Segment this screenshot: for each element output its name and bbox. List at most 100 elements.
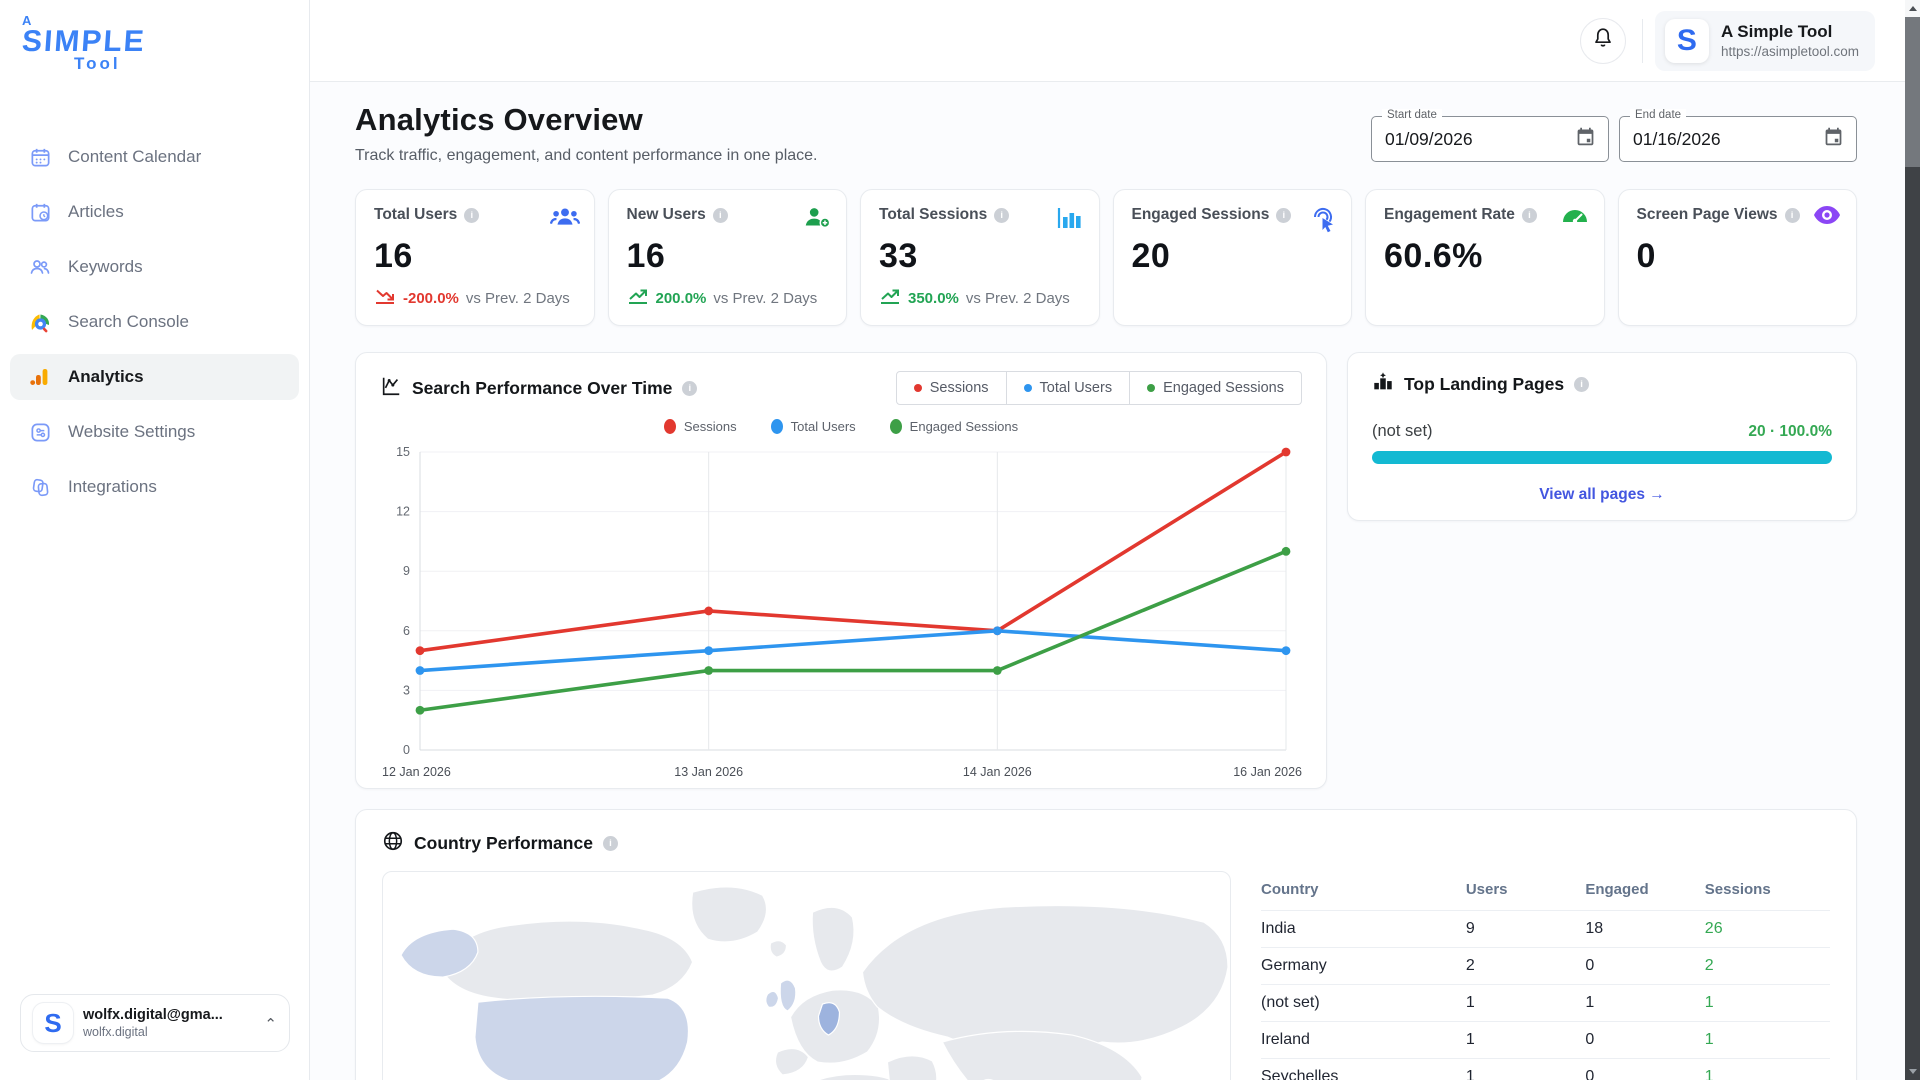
sidebar-item-analytics[interactable]: Analytics — [10, 354, 299, 400]
trend-caption: vs Prev. 2 Days — [966, 290, 1070, 307]
kpi-value: 60.6% — [1384, 237, 1586, 276]
legend-dot — [664, 419, 676, 434]
middle-row: Search Performance Over Time i SessionsT… — [355, 352, 1857, 789]
kpi-header: Total Users i — [374, 206, 576, 224]
info-icon[interactable]: i — [1574, 377, 1589, 392]
info-icon[interactable]: i — [1276, 208, 1291, 223]
svg-text:14 Jan 2026: 14 Jan 2026 — [963, 765, 1032, 779]
sidebar-item-label: Content Calendar — [68, 147, 201, 167]
metric-cell: 9 — [1466, 911, 1585, 948]
kpi-label: Total Sessions — [879, 206, 987, 224]
podium-icon — [1372, 371, 1394, 398]
tap-click-icon — [1307, 204, 1335, 232]
metric-cell: 1 — [1466, 1059, 1585, 1080]
country-cell: Seychelles — [1261, 1059, 1466, 1080]
user-account-button[interactable]: S wolfx.digital@gma... wolfx.digital ⌃ — [20, 994, 290, 1052]
country-card-title: Country Performance — [414, 833, 593, 854]
kpi-trend: 350.0%vs Prev. 2 Days — [879, 287, 1070, 309]
users-group-icon — [550, 204, 578, 232]
kpi-header: Screen Page Viewsi — [1637, 206, 1839, 224]
sidebar-item-label: Analytics — [68, 367, 144, 387]
sidebar-item-content-calendar[interactable]: Content Calendar — [10, 134, 299, 180]
metric-cell: 0 — [1585, 948, 1704, 985]
metric-cell: 1 — [1466, 1022, 1585, 1059]
analytics-icon — [28, 365, 52, 389]
trend-percent: 200.0% — [656, 290, 707, 307]
country-title-wrap: Country Performance i — [382, 830, 1830, 857]
scroll-down-icon — [1909, 1069, 1917, 1074]
sidebar-item-articles[interactable]: Articles — [10, 189, 299, 235]
info-icon[interactable]: i — [464, 208, 479, 223]
legend-label: Total Users — [791, 419, 856, 434]
country-table: CountryUsersEngagedSessionsIndia91826Ger… — [1261, 875, 1830, 1080]
column-header-country: Country — [1261, 875, 1466, 911]
scroll-up-button[interactable] — [1905, 0, 1920, 17]
end-date-label: End date — [1630, 109, 1686, 121]
bell-icon — [1591, 26, 1615, 55]
kpi-card-new-users: New Usersi16200.0%vs Prev. 2 Days — [608, 189, 848, 326]
sidebar-item-integrations[interactable]: Integrations — [10, 464, 299, 510]
sidebar-item-label: Keywords — [68, 257, 143, 277]
metric-cell: 2 — [1705, 948, 1830, 985]
scrollbar-thumb[interactable] — [1905, 17, 1920, 167]
chevron-up-icon: ⌃ — [264, 1015, 277, 1033]
app-root: A SIMPLE Tool Content Calendar Articles Ke… — [0, 0, 1920, 1080]
chart-legend-item: Sessions — [664, 419, 737, 434]
svg-text:0: 0 — [403, 743, 410, 757]
bar-chart-icon — [1055, 204, 1083, 232]
keywords-icon — [28, 255, 52, 279]
info-icon[interactable]: i — [682, 381, 697, 396]
series-toggle-total-users[interactable]: Total Users — [1007, 371, 1131, 405]
series-toggle-engaged-sessions[interactable]: Engaged Sessions — [1130, 371, 1302, 405]
scroll-down-button[interactable] — [1905, 1063, 1920, 1080]
company-name: A Simple Tool — [1721, 22, 1859, 42]
logo-line2: SIMPLE — [21, 27, 147, 57]
info-icon[interactable]: i — [994, 208, 1009, 223]
table-row: Ireland101 — [1261, 1022, 1830, 1059]
calendar-picker-icon[interactable] — [1575, 126, 1596, 152]
view-all-pages-link[interactable]: View all pages → — [1372, 486, 1832, 504]
table-row: Seychelles101 — [1261, 1059, 1830, 1080]
sidebar-item-keywords[interactable]: Keywords — [10, 244, 299, 290]
info-icon[interactable]: i — [1785, 208, 1800, 223]
svg-text:9: 9 — [403, 564, 410, 578]
start-date-input[interactable]: Start date 01/09/2026 — [1371, 116, 1609, 162]
svg-text:3: 3 — [403, 683, 410, 697]
svg-text:12: 12 — [396, 505, 410, 519]
landing-progress-bar — [1372, 451, 1832, 464]
svg-text:12 Jan 2026: 12 Jan 2026 — [382, 765, 451, 779]
logo: A SIMPLE Tool — [0, 0, 309, 72]
company-switcher[interactable]: S A Simple Tool https://asimpletool.com — [1655, 11, 1875, 71]
kpi-value: 0 — [1637, 237, 1839, 276]
series-color-dot — [1024, 384, 1032, 392]
kpi-value: 33 — [879, 237, 1081, 276]
end-date-value: 01/16/2026 — [1633, 129, 1721, 150]
user-texts: wolfx.digital@gma... wolfx.digital — [83, 1007, 254, 1039]
info-icon[interactable]: i — [1522, 208, 1537, 223]
info-icon[interactable]: i — [603, 836, 618, 851]
sidebar-item-search-console[interactable]: Search Console — [10, 299, 299, 345]
page-subtitle: Track traffic, engagement, and content p… — [355, 147, 818, 165]
chart-legend-item: Total Users — [771, 419, 856, 434]
sidebar-item-website-settings[interactable]: Website Settings — [10, 409, 299, 455]
calendar-picker-icon[interactable] — [1823, 126, 1844, 152]
kpi-label: Total Users — [374, 206, 457, 224]
globe-icon — [382, 830, 404, 857]
end-date-input[interactable]: End date 01/16/2026 — [1619, 116, 1857, 162]
series-toggle-sessions[interactable]: Sessions — [896, 371, 1007, 405]
search-performance-card: Search Performance Over Time i SessionsT… — [355, 352, 1327, 789]
notifications-button[interactable] — [1580, 18, 1626, 64]
company-url: https://asimpletool.com — [1721, 44, 1859, 59]
website-settings-icon — [28, 420, 52, 444]
chart-legend: SessionsTotal UsersEngaged Sessions — [380, 419, 1302, 434]
series-toggle-group: SessionsTotal UsersEngaged Sessions — [896, 371, 1302, 405]
kpi-label: Engaged Sessions — [1132, 206, 1270, 224]
page-scrollbar[interactable] — [1905, 0, 1920, 1080]
landing-card-title: Top Landing Pages — [1404, 374, 1564, 395]
scroll-up-icon — [1909, 6, 1917, 11]
kpi-value: 16 — [374, 237, 576, 276]
legend-dot — [890, 419, 902, 434]
chart-card-header: Search Performance Over Time i SessionsT… — [380, 371, 1302, 405]
column-header-users: Users — [1466, 875, 1585, 911]
info-icon[interactable]: i — [713, 208, 728, 223]
